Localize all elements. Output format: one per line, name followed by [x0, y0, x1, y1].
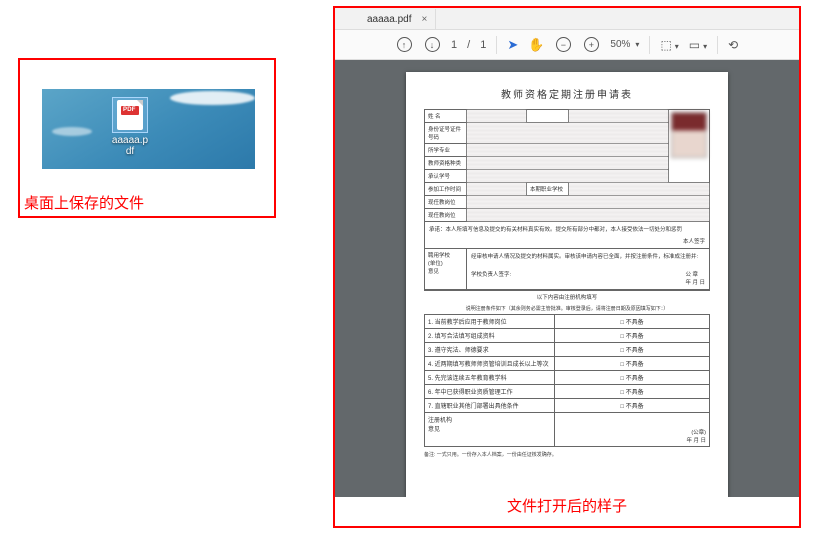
- page-down-button[interactable]: ↓: [423, 36, 441, 54]
- pointer-tool-icon[interactable]: ➤: [507, 37, 518, 53]
- pdf-page: 教师资格定期注册申请表 姓 名 身份证号证件号码 所学专业 教师资格种类 承认学…: [406, 72, 728, 497]
- zoom-level-dropdown[interactable]: 50%: [610, 39, 639, 50]
- page-up-button[interactable]: ↑: [395, 36, 413, 54]
- hand-tool-icon[interactable]: ✋: [528, 37, 544, 53]
- rotate-icon[interactable]: ⟲: [728, 38, 738, 52]
- desktop-wallpaper: aaaaa.pdf: [42, 89, 255, 169]
- tab-bar: aaaaa.pdf ×: [335, 8, 799, 30]
- mid-banner: 以下内容由注册机构填写: [424, 290, 710, 303]
- zoom-out-button[interactable]: −: [554, 36, 572, 54]
- desktop-file-icon[interactable]: aaaaa.pdf: [110, 97, 150, 157]
- pdf-viewer-panel: aaaaa.pdf × ↑ ↓ 1 / 1 ➤ ✋ − + 50% ⬚ ▭ ⟲ …: [333, 6, 801, 528]
- page-separator: /: [467, 39, 470, 51]
- pdf-viewport[interactable]: 教师资格定期注册申请表 姓 名 身份证号证件号码 所学专业 教师资格种类 承认学…: [335, 60, 799, 497]
- tab-close-icon[interactable]: ×: [422, 14, 428, 25]
- zoom-in-button[interactable]: +: [582, 36, 600, 54]
- form-table: 姓 名 身份证号证件号码 所学专业 教师资格种类 承认学号 参加工作时间本期职业…: [424, 109, 710, 290]
- tab-document[interactable]: aaaaa.pdf ×: [359, 9, 436, 29]
- tab-title: aaaaa.pdf: [367, 14, 412, 25]
- page-total: 1: [480, 39, 486, 51]
- left-caption: 桌面上保存的文件: [24, 192, 144, 213]
- photo-box: [671, 112, 707, 158]
- doc-title: 教师资格定期注册申请表: [424, 86, 710, 101]
- checklist-table: 1. 当前教学后应用于教师岗位□ 不具备 2. 填写合法填写组成资料□ 不具备 …: [424, 314, 710, 447]
- pdf-toolbar: ↑ ↓ 1 / 1 ➤ ✋ − + 50% ⬚ ▭ ⟲: [335, 30, 799, 60]
- right-caption: 文件打开后的样子: [335, 495, 799, 516]
- pdf-icon: [117, 100, 143, 130]
- view-mode-icon[interactable]: ▭: [689, 38, 707, 52]
- doc-footnote: 备注: 一式只用。一份存入本人档案，一份由任证核发确存。: [424, 451, 710, 458]
- fit-width-icon[interactable]: ⬚: [660, 38, 678, 52]
- page-current[interactable]: 1: [451, 39, 457, 51]
- desktop-file-label: aaaaa.pdf: [110, 135, 150, 157]
